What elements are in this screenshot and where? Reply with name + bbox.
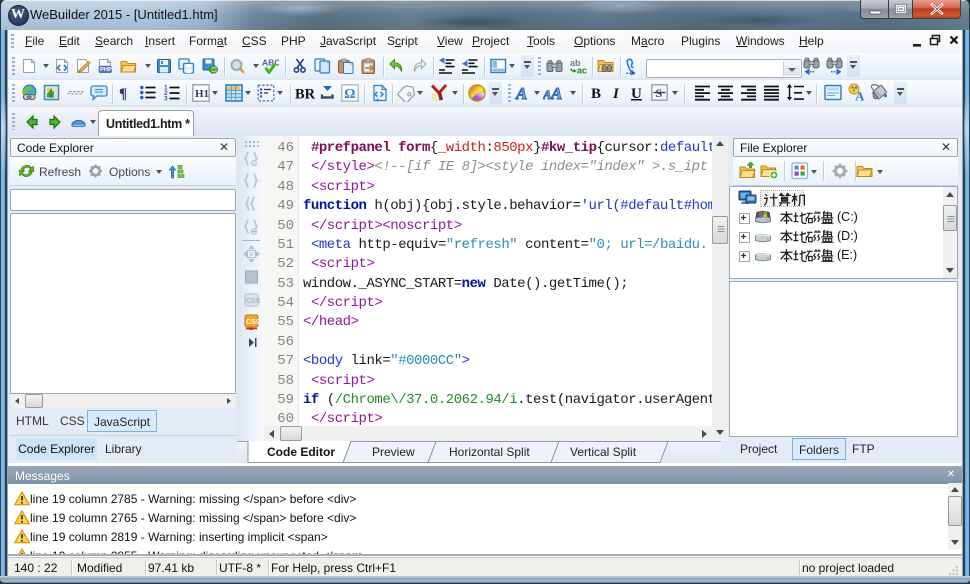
svg-text:U: U <box>631 86 642 102</box>
svg-text:Vertical Split: Vertical Split <box>570 445 637 459</box>
svg-text:A: A <box>550 84 562 102</box>
svg-text:PHP: PHP <box>100 67 112 73</box>
svg-text:B: B <box>591 86 601 102</box>
svg-text:ABC: ABC <box>262 58 279 68</box>
svg-text:BR: BR <box>295 87 316 103</box>
svg-text:Code Editor: Code Editor <box>267 445 335 459</box>
svg-text:I: I <box>612 86 620 102</box>
svg-text:¶: ¶ <box>119 86 127 101</box>
svg-text:Ω: Ω <box>344 87 355 102</box>
svg-text:Preview: Preview <box>372 445 415 459</box>
svg-text:CSS: CSS <box>246 298 260 305</box>
svg-text:CSS: CSS <box>246 319 260 326</box>
svg-text:A: A <box>855 89 865 103</box>
svg-text:H1: H1 <box>195 88 209 100</box>
svg-text:A: A <box>515 84 527 102</box>
svg-text:3: 3 <box>164 96 168 102</box>
svg-text:ac: ac <box>577 66 587 75</box>
svg-text:Horizontal Split: Horizontal Split <box>449 445 530 459</box>
